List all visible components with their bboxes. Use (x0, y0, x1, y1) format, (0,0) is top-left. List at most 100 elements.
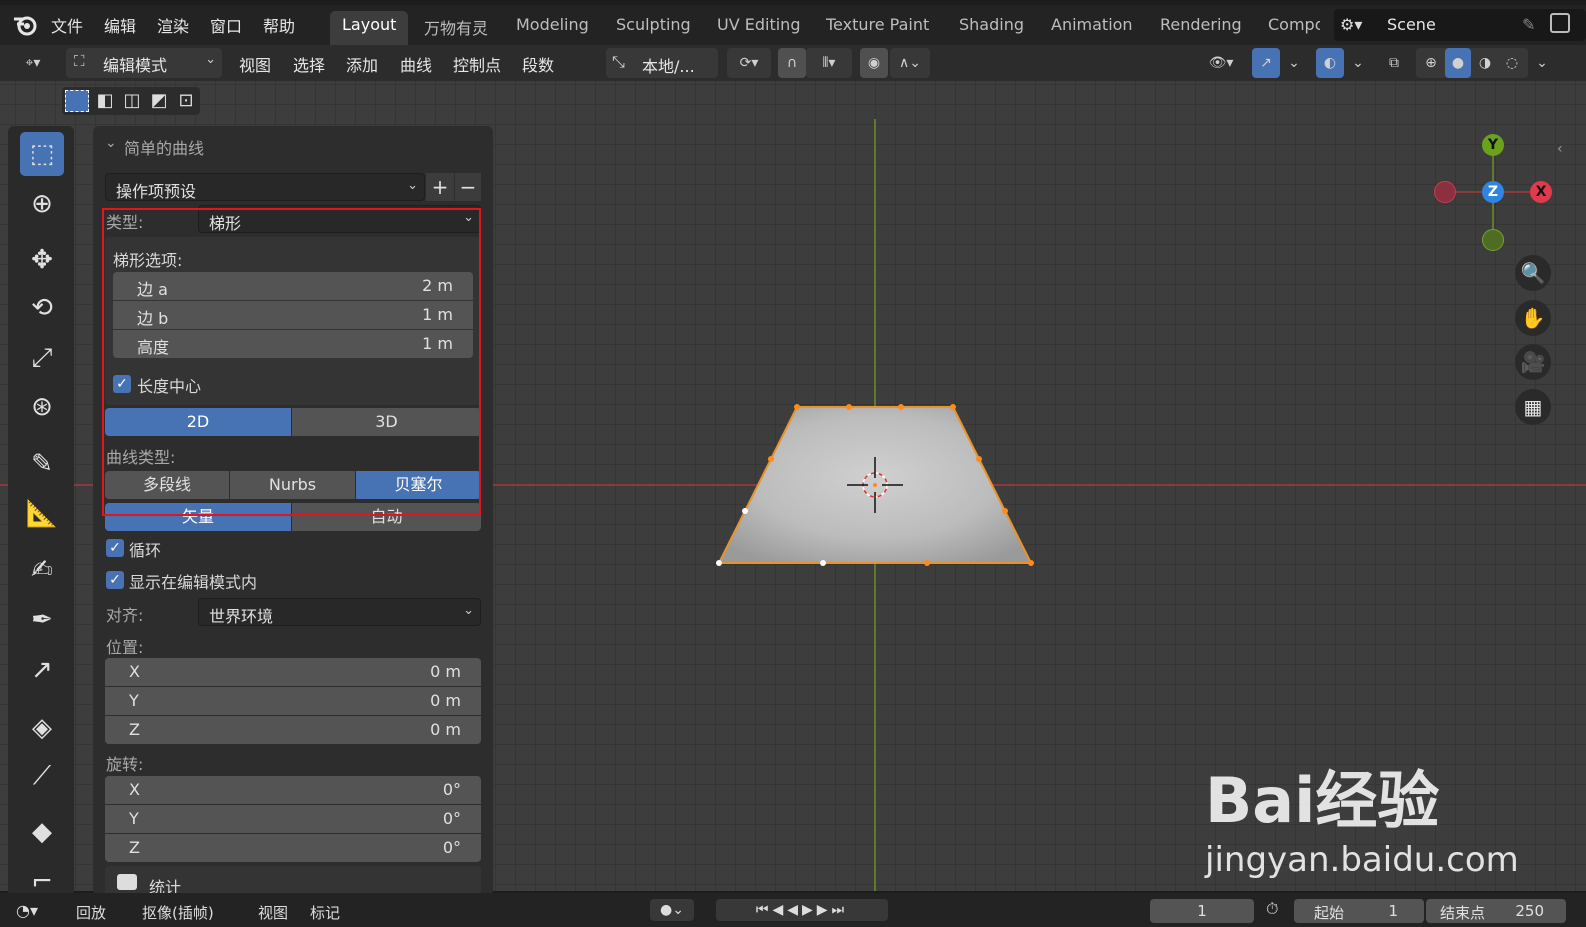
marker-menu[interactable]: 标记 (310, 902, 340, 923)
rotate-tool-icon[interactable]: ⟲ (20, 286, 64, 330)
tab-shading[interactable]: Shading (959, 15, 1024, 34)
gizmo-neg-x-icon[interactable] (1434, 181, 1456, 203)
menu-edit[interactable]: 编辑 (104, 13, 136, 37)
tab-animation[interactable]: Animation (1051, 15, 1133, 34)
falloff-icon[interactable]: ∧⌄ (890, 48, 930, 78)
pivot-point-icon[interactable]: ⟳▾ (727, 48, 771, 78)
pen-tool-icon[interactable]: ✒ (20, 598, 64, 642)
scale-tool-icon[interactable]: ⤢ (20, 336, 64, 380)
handle-auto-button[interactable]: 自动 (292, 503, 481, 531)
gizmo-x-icon[interactable]: X (1530, 181, 1552, 203)
location-x-field[interactable]: X 0 m (105, 658, 481, 686)
tab-wanwu[interactable]: 万物有灵 (424, 15, 488, 39)
gizmo-z-icon[interactable]: Z (1482, 181, 1504, 203)
location-y-field[interactable]: Y 0 m (105, 687, 481, 715)
camera-icon[interactable]: 🎥 (1515, 344, 1551, 380)
tilt-tool-icon[interactable]: ⟋ (20, 754, 64, 798)
zoom-icon[interactable]: 🔍 (1515, 255, 1551, 291)
select-box-tool-icon[interactable]: ⬚ (20, 132, 64, 176)
panel-title[interactable]: 简单的曲线 (124, 135, 204, 159)
align-dropdown[interactable]: 世界环境 ⌄ (198, 598, 481, 626)
header-menu-add[interactable]: 添加 (346, 52, 378, 76)
tab-uv-editing[interactable]: UV Editing (717, 15, 800, 34)
curve-type-bezier-button[interactable]: 贝塞尔 (356, 471, 481, 499)
center-checkbox[interactable]: ✓ (113, 375, 131, 393)
auto-key-icon[interactable]: ●⌄ (650, 899, 694, 921)
new-scene-icon[interactable] (1550, 13, 1570, 33)
randomize-tool-icon[interactable]: ◆ (20, 810, 64, 854)
end-frame-field[interactable]: 结束点 250 (1426, 899, 1566, 923)
transform-orientation-dropdown[interactable]: ⤡ 本地/... (606, 48, 718, 78)
timeline-editor-icon[interactable]: ◔▾ (16, 901, 38, 920)
pin-icon[interactable]: ✎ (1522, 15, 1535, 34)
location-z-field[interactable]: Z 0 m (105, 716, 481, 744)
menu-file[interactable]: 文件 (51, 13, 83, 37)
show-edit-checkbox[interactable]: ✓ (106, 571, 124, 589)
collapse-chevron-icon[interactable]: ⌄ (105, 135, 117, 151)
dim-2d-button[interactable]: 2D (105, 408, 291, 436)
grid-ortho-icon[interactable]: ▦ (1515, 389, 1551, 425)
keying-menu[interactable]: 抠像(插帧) (142, 902, 214, 923)
menu-window[interactable]: 窗口 (210, 13, 242, 37)
start-frame-field[interactable]: 起始 1 (1294, 899, 1424, 923)
wireframe-shading-icon[interactable]: ⊕ (1418, 48, 1444, 78)
cursor-tool-icon[interactable]: ⊕ (20, 182, 64, 226)
dim-3d-button[interactable]: 3D (292, 408, 481, 436)
loop-checkbox[interactable]: ✓ (106, 539, 124, 557)
transform-tool-icon[interactable]: ⊛ (20, 385, 64, 429)
overlay-toggle-icon[interactable]: ◐ (1316, 48, 1344, 78)
measure-tool-icon[interactable]: 📐 (20, 492, 64, 536)
scene-icon[interactable]: ⚙▾ (1340, 15, 1362, 34)
move-tool-icon[interactable]: ✥ (20, 238, 64, 282)
snap-icon[interactable]: ∩ (778, 48, 806, 78)
rendered-shading-icon[interactable]: ◌ (1499, 48, 1525, 78)
header-menu-control-points[interactable]: 控制点 (453, 52, 501, 76)
header-menu-select[interactable]: 选择 (293, 52, 325, 76)
side-a-field[interactable]: 边 a 2 m (113, 272, 473, 300)
header-menu-view[interactable]: 视图 (239, 52, 271, 76)
current-frame-field[interactable]: 1 (1150, 899, 1254, 923)
tab-texture-paint[interactable]: Texture Paint (826, 15, 929, 34)
preset-add-button[interactable]: + (426, 173, 454, 201)
proportional-edit-icon[interactable]: ◉ (860, 48, 888, 78)
handle-vector-button[interactable]: 矢量 (105, 503, 291, 531)
gizmo-toggle-icon[interactable]: ↗ (1252, 48, 1280, 78)
radius-tool-icon[interactable]: ◈ (20, 706, 64, 750)
gizmo-dropdown-icon[interactable]: ⌄ (1282, 48, 1306, 78)
editor-type-icon[interactable]: ⌖▾ (12, 48, 54, 78)
blender-logo-icon[interactable] (12, 13, 38, 37)
preset-dropdown[interactable]: 操作项预设 ⌄ (105, 173, 425, 201)
select-subtract-icon[interactable]: ◫ (120, 90, 144, 112)
pan-hand-icon[interactable]: ✋ (1515, 300, 1551, 336)
side-b-field[interactable]: 边 b 1 m (113, 301, 473, 329)
playback-controls-icon[interactable]: ⏮◀◀▶▶⏭ (716, 899, 888, 921)
tab-sculpting[interactable]: Sculpting (616, 15, 691, 34)
rotation-z-field[interactable]: Z 0° (105, 834, 481, 862)
select-intersect-icon[interactable]: ⊡ (174, 90, 198, 112)
rotation-y-field[interactable]: Y 0° (105, 805, 481, 833)
gizmo-neg-y-icon[interactable] (1482, 229, 1504, 251)
tab-compositing[interactable]: Compo (1268, 15, 1320, 34)
shading-dropdown-icon[interactable]: ⌄ (1532, 48, 1552, 78)
tab-rendering[interactable]: Rendering (1160, 15, 1242, 34)
extrude-curve-tool-icon[interactable]: ↗ (20, 648, 64, 692)
rotation-x-field[interactable]: X 0° (105, 776, 481, 804)
stopwatch-icon[interactable]: ⏱ (1266, 899, 1278, 919)
select-invert-icon[interactable]: ◩ (147, 90, 171, 112)
sidebar-toggle-icon[interactable]: ‹ (1557, 141, 1563, 157)
xray-icon[interactable]: ⧉ (1380, 48, 1408, 78)
scene-selector[interactable] (1334, 9, 1586, 41)
tab-layout[interactable]: Layout (342, 15, 396, 34)
scene-name[interactable]: Scene (1387, 15, 1436, 34)
visibility-icon[interactable]: 👁▾ (1200, 48, 1242, 78)
menu-render[interactable]: 渲染 (157, 13, 189, 37)
snap-target-icon[interactable]: ⫴▾ (806, 48, 852, 78)
playback-menu[interactable]: 回放 (76, 902, 106, 923)
annotate-tool-icon[interactable]: ✎ (20, 442, 64, 486)
curve-type-nurbs-button[interactable]: Nurbs (230, 471, 355, 499)
header-menu-segments[interactable]: 段数 (522, 52, 554, 76)
material-shading-icon[interactable]: ◑ (1472, 48, 1498, 78)
draw-curve-tool-icon[interactable]: ✍ (20, 548, 64, 592)
gizmo-y-icon[interactable]: Y (1482, 134, 1504, 156)
mode-dropdown[interactable]: ⛶ 编辑模式 ⌄ (66, 48, 222, 78)
